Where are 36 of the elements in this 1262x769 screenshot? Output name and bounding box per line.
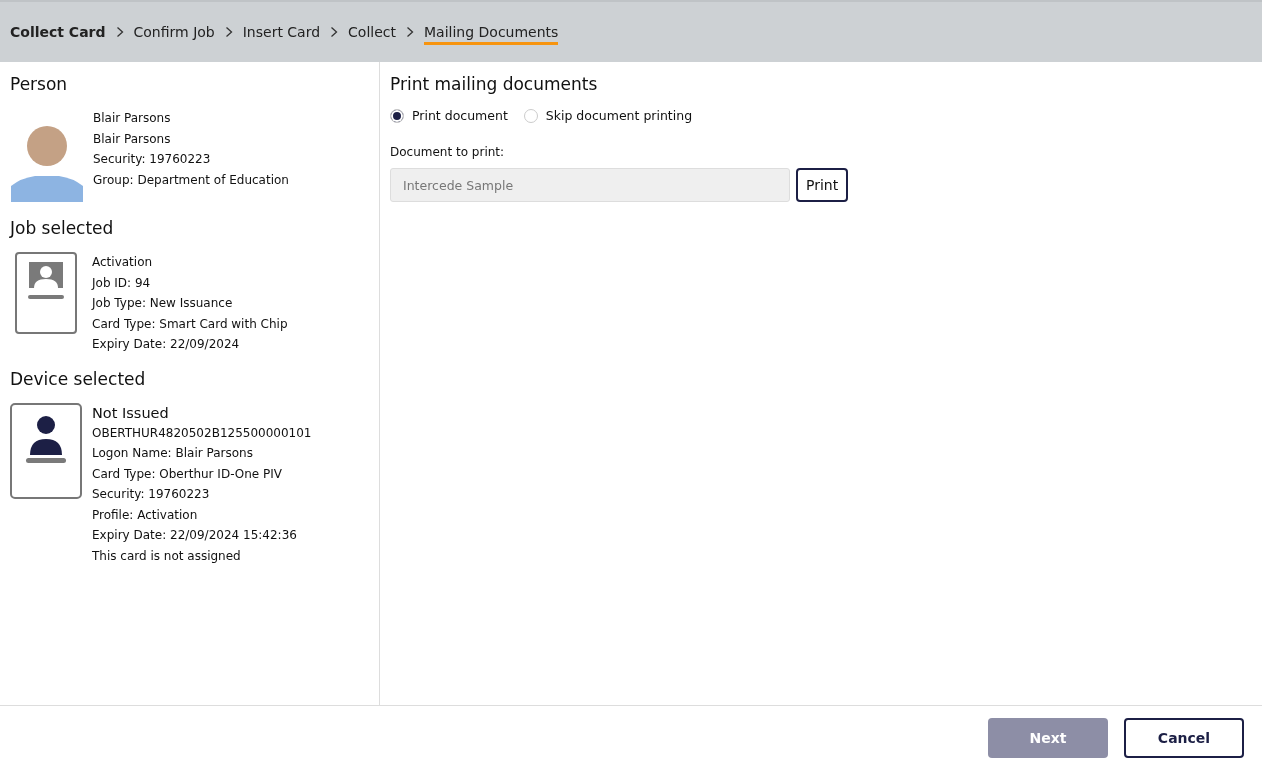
breadcrumb-step[interactable]: Mailing Documents xyxy=(424,24,559,45)
section-heading: Person xyxy=(10,74,69,94)
detail-text: Expiry Date: 22/09/2024 xyxy=(92,336,241,353)
detail-text: Profile: Activation xyxy=(92,506,199,523)
print-button[interactable]: Print xyxy=(796,168,849,202)
field-label: Document to print: xyxy=(390,145,506,159)
section-heading: Print mailing documents xyxy=(390,74,599,94)
detail-text: Expiry Date: 22/09/2024 15:42:36 xyxy=(92,527,298,544)
device-status: Not Issued xyxy=(92,404,170,421)
chevron-icon xyxy=(406,26,414,38)
user-card-icon xyxy=(10,402,82,499)
section-heading: Device selected xyxy=(10,368,147,389)
detail-text: Card Type: Smart Card with Chip xyxy=(92,315,288,332)
detail-text: OBERTHUR4820502B125500000101 xyxy=(92,424,312,441)
breadcrumb-step[interactable]: Collect xyxy=(348,24,396,45)
radio-option[interactable]: Print document xyxy=(390,108,508,123)
detail-text: Blair Parsons xyxy=(93,110,172,127)
detail-text: This card is not assigned xyxy=(92,547,242,564)
breadcrumb-step[interactable]: Collect Card xyxy=(10,24,106,45)
detail-text: Security: 19760223 xyxy=(93,151,212,168)
chevron-icon xyxy=(115,26,124,38)
detail-text: Activation xyxy=(92,254,154,271)
detail-text: Blair Parsons xyxy=(93,130,172,147)
detail-text: Card Type: Oberthur ID-One PIV xyxy=(92,465,284,482)
detail-text: Group: Department of Education xyxy=(93,171,289,188)
breadcrumb-step[interactable]: Confirm Job xyxy=(133,24,215,45)
radio-option[interactable]: Skip document printing xyxy=(523,108,693,123)
chevron-icon xyxy=(330,26,339,38)
detail-text: Security: 19760223 xyxy=(92,486,211,503)
detail-text: Logon Name: Blair Parsons xyxy=(92,445,254,462)
breadcrumb-step[interactable]: Insert Card xyxy=(242,24,321,45)
chevron-icon xyxy=(224,26,233,38)
section-heading: Job selected xyxy=(10,218,115,238)
detail-text: Job Type: New Issuance xyxy=(92,295,234,312)
cancel-button[interactable]: Cancel xyxy=(1124,717,1244,758)
detail-text: Job ID: 94 xyxy=(92,274,152,291)
